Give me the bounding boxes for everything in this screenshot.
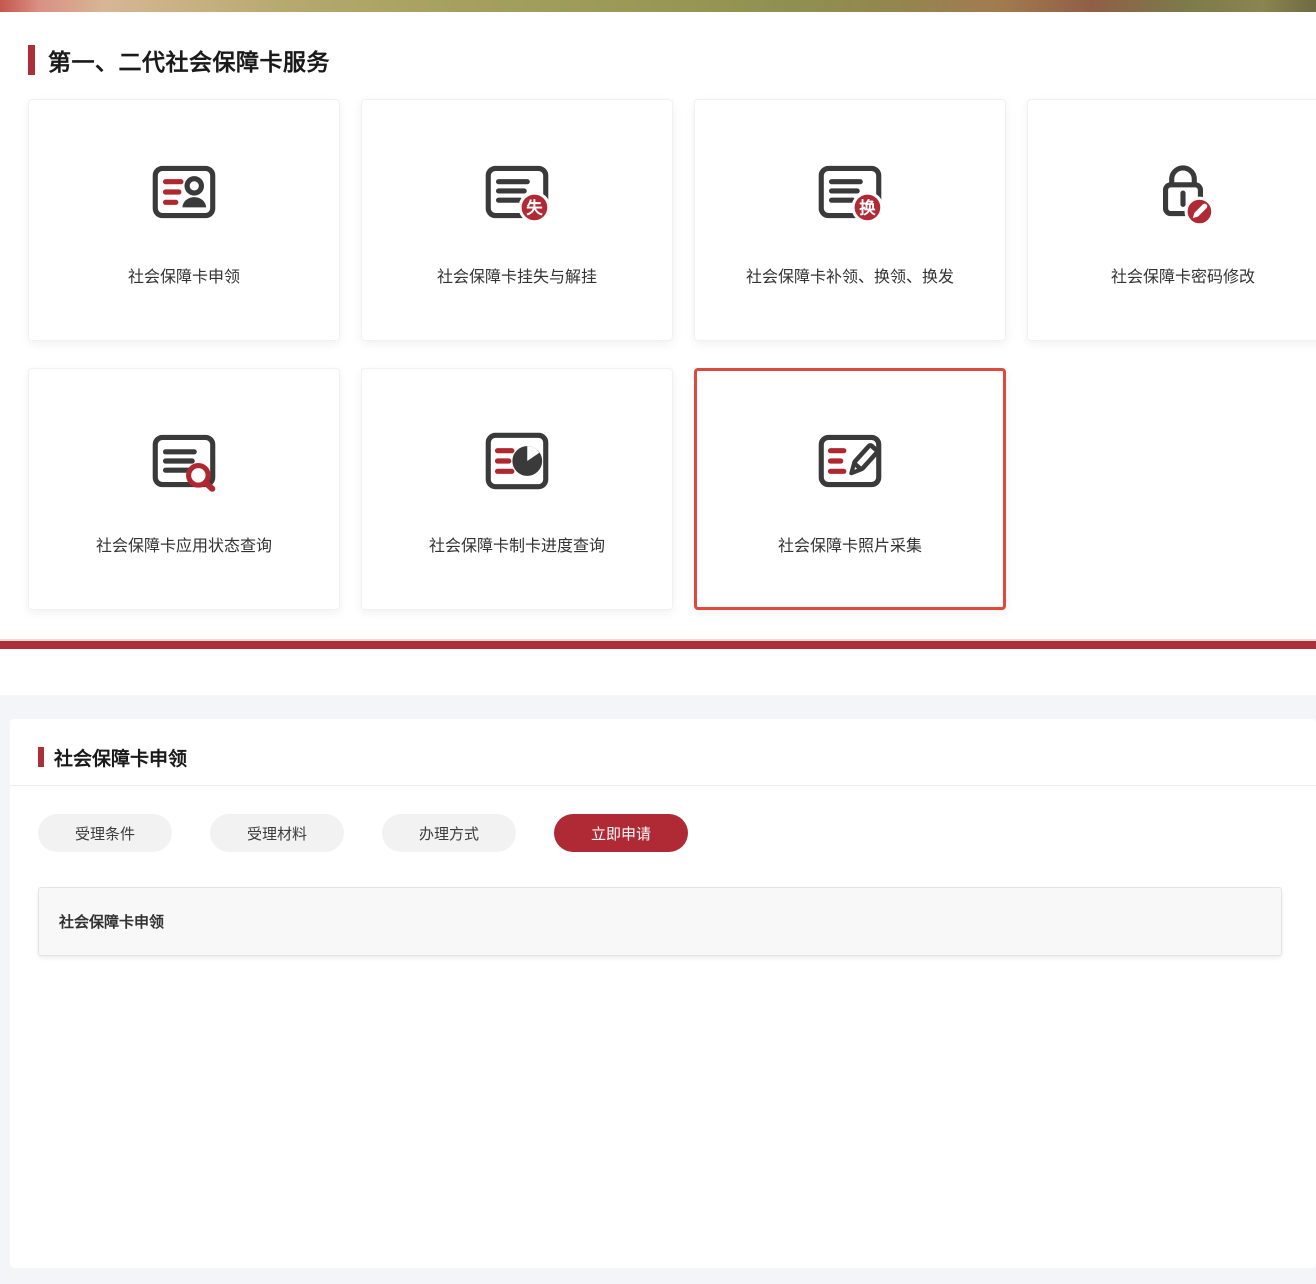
service-card-label: 社会保障卡制卡进度查询 <box>429 532 605 556</box>
panel-divider-line <box>10 785 1316 786</box>
apply-panel-header: 社会保障卡申领 <box>38 745 1316 769</box>
red-section-divider <box>0 639 1316 649</box>
content-header-title: 社会保障卡申领 <box>59 911 164 932</box>
service-card-label: 社会保障卡密码修改 <box>1111 263 1255 287</box>
service-card-loss-report[interactable]: 失 社会保障卡挂失与解挂 <box>361 99 673 341</box>
document-loss-badge-icon: 失 <box>478 153 556 231</box>
document-replace-badge-icon: 换 <box>811 153 889 231</box>
service-card-status-query[interactable]: 社会保障卡应用状态查询 <box>28 368 340 610</box>
services-section-header: 第一、二代社会保障卡服务 <box>28 44 1316 76</box>
card-photo-edit-icon <box>811 422 889 500</box>
content-header-box: 社会保障卡申领 <box>38 887 1282 956</box>
document-search-icon <box>145 422 223 500</box>
services-section-title: 第一、二代社会保障卡服务 <box>48 43 330 77</box>
tab-apply-now[interactable]: 立即申请 <box>554 814 688 852</box>
red-accent-bar <box>28 45 35 75</box>
lock-edit-badge-icon <box>1144 153 1222 231</box>
service-card-label: 社会保障卡应用状态查询 <box>96 532 272 556</box>
service-card-label: 社会保障卡补领、换领、换发 <box>746 263 954 287</box>
service-card-photo-collection[interactable]: 社会保障卡照片采集 <box>694 368 1006 610</box>
service-card-progress-query[interactable]: 社会保障卡制卡进度查询 <box>361 368 673 610</box>
apply-panel-title: 社会保障卡申领 <box>54 744 187 771</box>
tab-handling-method[interactable]: 办理方式 <box>382 814 516 852</box>
service-card-apply[interactable]: 社会保障卡申领 <box>28 99 340 341</box>
apply-panel: 社会保障卡申领 受理条件 受理材料 办理方式 立即申请 社会保障卡申领 <box>10 719 1316 1268</box>
tab-acceptance-conditions[interactable]: 受理条件 <box>38 814 172 852</box>
service-card-password-change[interactable]: 社会保障卡密码修改 <box>1027 99 1316 341</box>
banner-image-strip <box>0 0 1316 12</box>
tab-acceptance-materials[interactable]: 受理材料 <box>210 814 344 852</box>
service-card-label: 社会保障卡申领 <box>128 263 240 287</box>
service-card-replace[interactable]: 换 社会保障卡补领、换领、换发 <box>694 99 1006 341</box>
card-progress-clock-icon <box>478 422 556 500</box>
service-card-label: 社会保障卡挂失与解挂 <box>437 263 597 287</box>
svg-text:换: 换 <box>859 199 876 218</box>
apply-section-background: 社会保障卡申领 受理条件 受理材料 办理方式 立即申请 社会保障卡申领 <box>0 695 1316 1284</box>
apply-tabs: 受理条件 受理材料 办理方式 立即申请 <box>38 814 1316 852</box>
svg-text:失: 失 <box>526 199 543 218</box>
service-card-label: 社会保障卡照片采集 <box>778 532 922 556</box>
id-card-person-icon <box>145 153 223 231</box>
red-accent-bar <box>38 747 44 767</box>
services-card-grid: 社会保障卡申领 失 社会保障卡挂失与解挂 换 <box>28 99 1316 610</box>
